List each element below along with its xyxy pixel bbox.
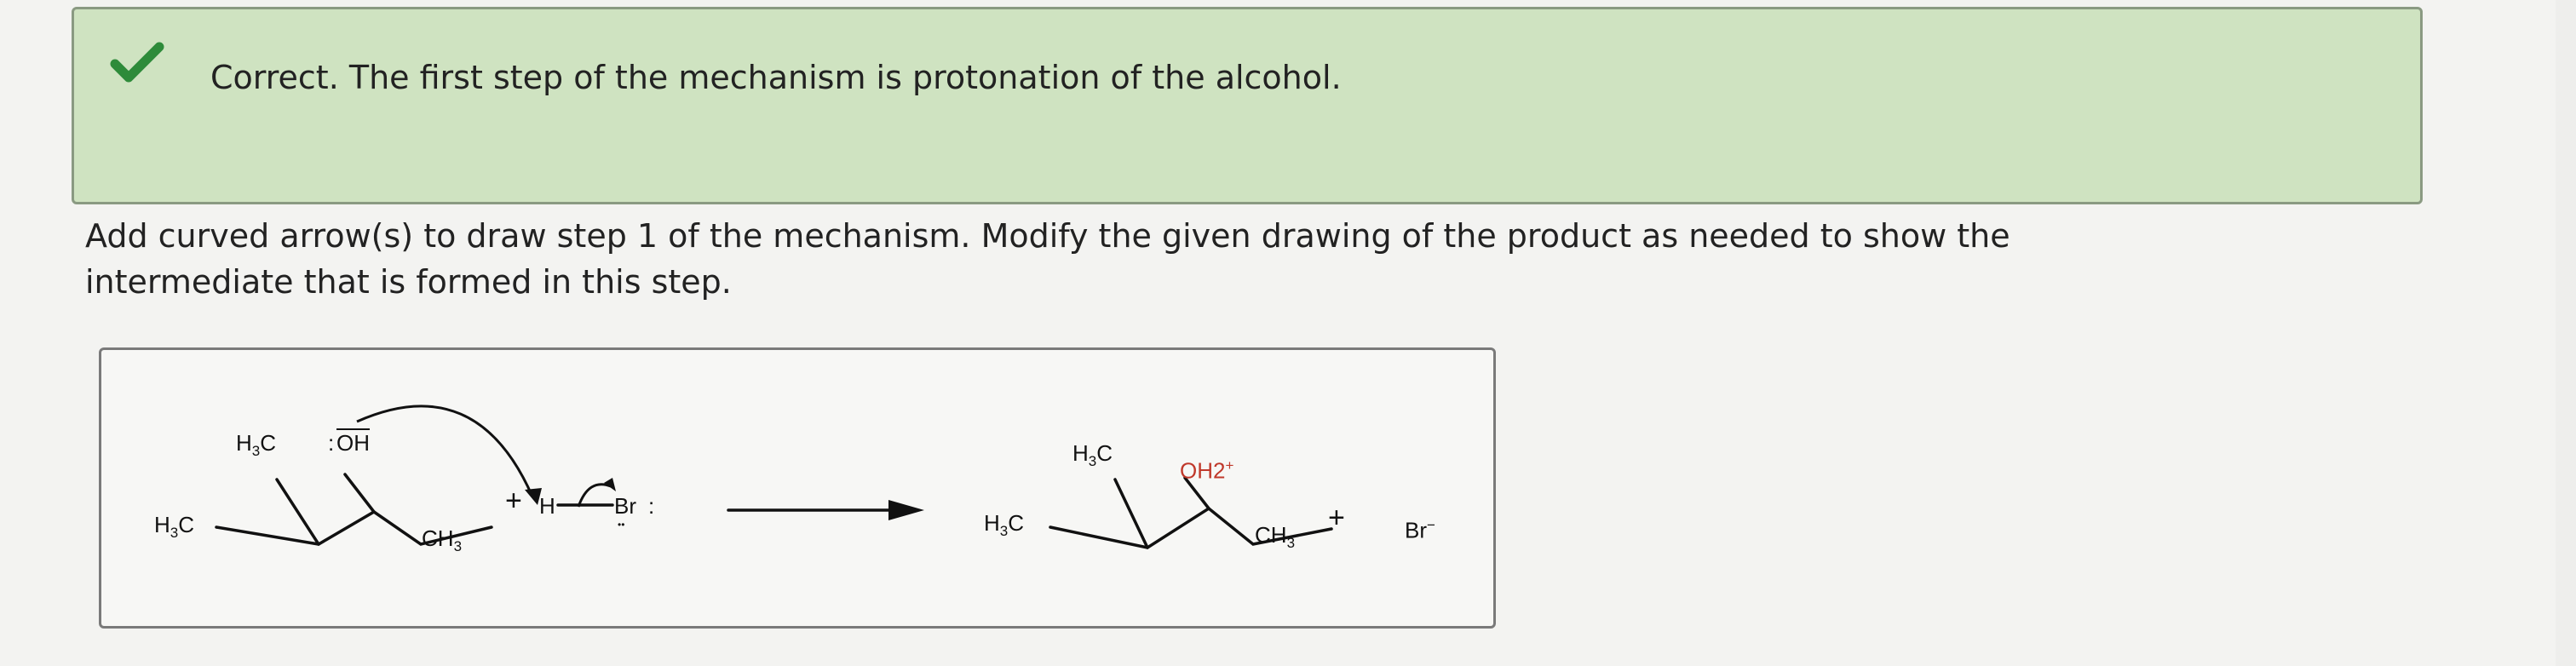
bromide-charge: −: [1427, 517, 1435, 533]
product-methyl-left: H3C: [984, 510, 1025, 540]
feedback-banner: Correct. The first step of the mechanism…: [72, 7, 2423, 204]
reagent-hydrogen[interactable]: H: [539, 493, 555, 520]
reagent-bromine[interactable]: Br: [614, 493, 636, 520]
product-methyl-bond: [1113, 478, 1149, 549]
question-panel: Correct. The first step of the mechanism…: [0, 0, 2556, 666]
oxonium-charge: +: [1225, 457, 1234, 474]
bromine-lone-pair-bottom: ••: [618, 519, 625, 531]
reactant-hydroxyl[interactable]: OH: [336, 430, 370, 456]
reactant-methyl-left: H3C: [154, 512, 195, 542]
reaction-arrow-head: [888, 500, 924, 520]
mechanism-drawing-canvas[interactable]: H3C : OH H3C CH3 + H Br : •• H3C OH2+ H3…: [99, 347, 1496, 629]
plus-sign-1: +: [505, 485, 522, 517]
bromine-lone-pair-right: :: [648, 493, 655, 519]
reactant-methyl-bond: [275, 478, 320, 546]
feedback-message: Correct. The first step of the mechanism…: [210, 59, 1342, 96]
reactant-methyl-top: H3C: [236, 430, 277, 460]
structure-bonds: [215, 405, 1333, 549]
check-icon: [110, 42, 164, 83]
plus-sign-2: +: [1328, 502, 1345, 534]
curved-arrow-2[interactable]: [577, 483, 612, 508]
product-methyl-right: CH3: [1255, 522, 1296, 552]
reactant-methyl-right: CH3: [422, 525, 463, 555]
product-oxonium[interactable]: OH2+: [1180, 457, 1233, 485]
reactant-oh-bond: [343, 473, 376, 514]
reactant-hydroxyl-lone-pair: :: [328, 430, 335, 456]
product-methyl-top: H3C: [1072, 440, 1113, 470]
question-instructions: Add curved arrow(s) to draw step 1 of th…: [85, 217, 2010, 301]
product-oxonium-label: OH2: [1180, 457, 1226, 484]
curved-arrow-1[interactable]: [356, 405, 534, 497]
bromide-ion[interactable]: Br−: [1405, 517, 1435, 544]
bromide-label: Br: [1405, 517, 1427, 543]
